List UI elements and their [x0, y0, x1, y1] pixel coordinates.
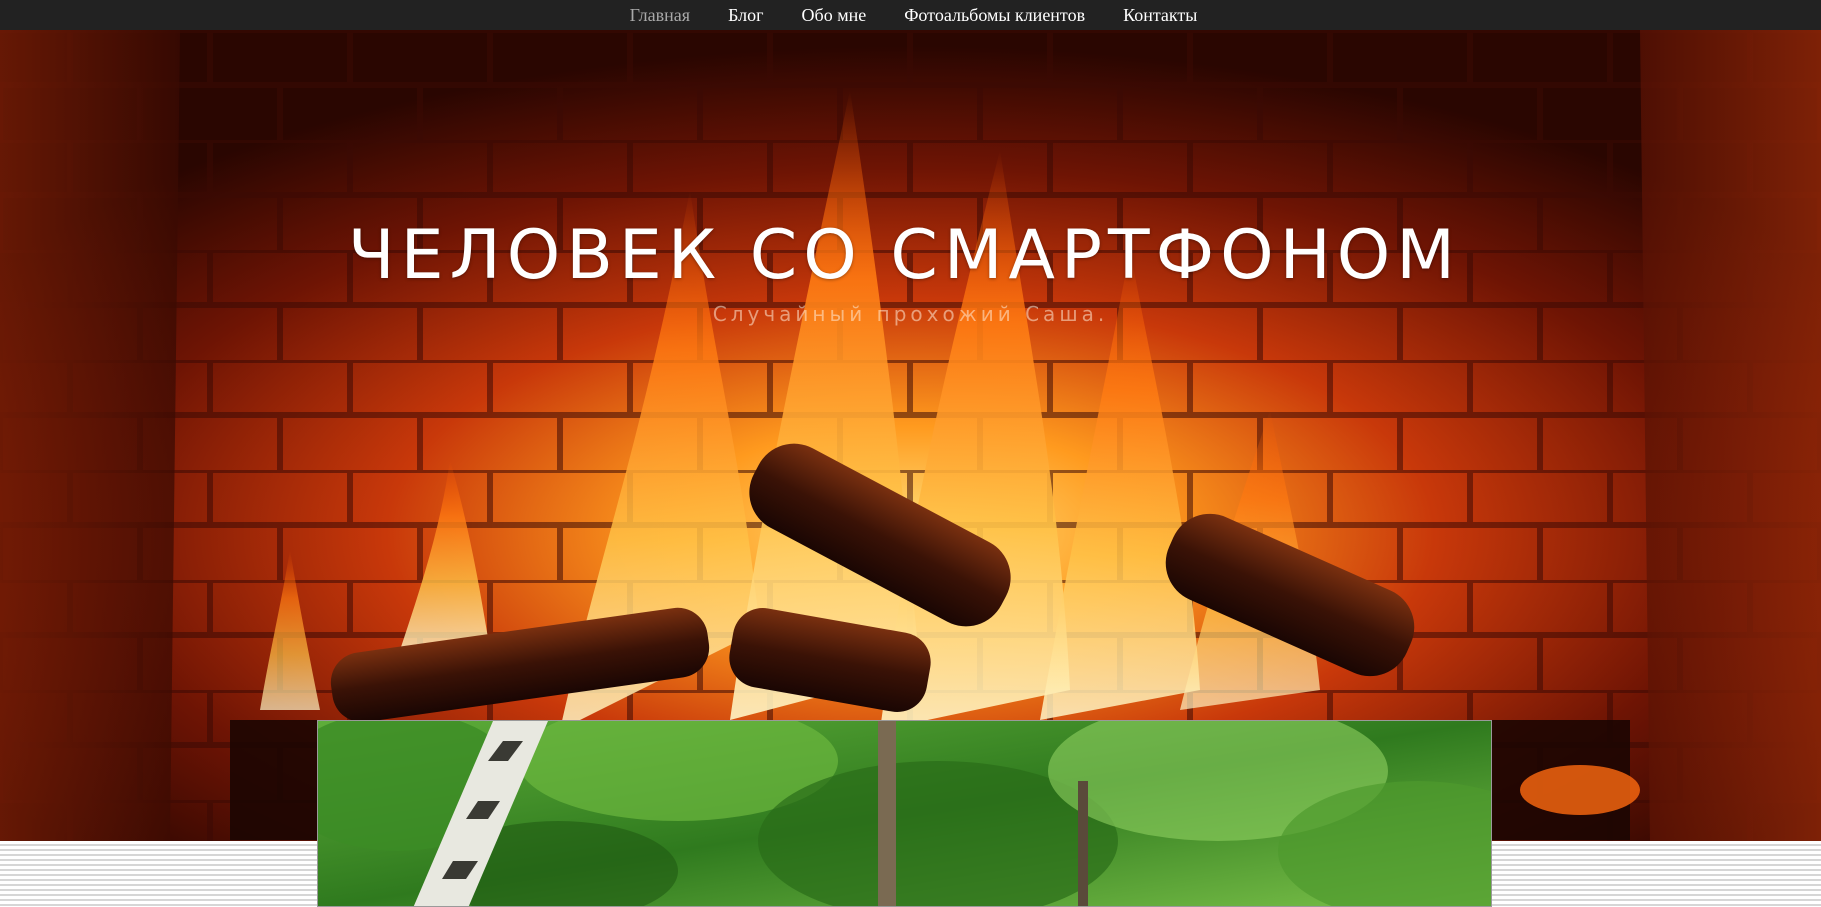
- nav-link-home[interactable]: Главная: [630, 4, 690, 26]
- nav-item-client-albums: Фотоальбомы клиентов: [904, 4, 1085, 26]
- top-navigation: Главная Блог Обо мне Фотоальбомы клиенто…: [0, 0, 1821, 30]
- nav-item-blog: Блог: [728, 4, 763, 26]
- hero-subtitle: Случайный прохожий Саша.: [712, 302, 1109, 326]
- hero-title: ЧЕЛОВЕК СО СМАРТФОНОМ: [348, 216, 1461, 295]
- nav-item-contacts: Контакты: [1123, 4, 1197, 26]
- forest-image: [318, 721, 1491, 906]
- nav-link-contacts[interactable]: Контакты: [1123, 4, 1197, 26]
- nav-menu: Главная Блог Обо мне Фотоальбомы клиенто…: [630, 4, 1198, 26]
- nav-link-client-albums[interactable]: Фотоальбомы клиентов: [904, 4, 1085, 26]
- nav-item-home: Главная: [630, 4, 690, 26]
- nav-link-about[interactable]: Обо мне: [802, 4, 867, 26]
- forest-photo: [317, 720, 1492, 907]
- nav-item-about: Обо мне: [802, 4, 867, 26]
- nav-link-blog[interactable]: Блог: [728, 4, 763, 26]
